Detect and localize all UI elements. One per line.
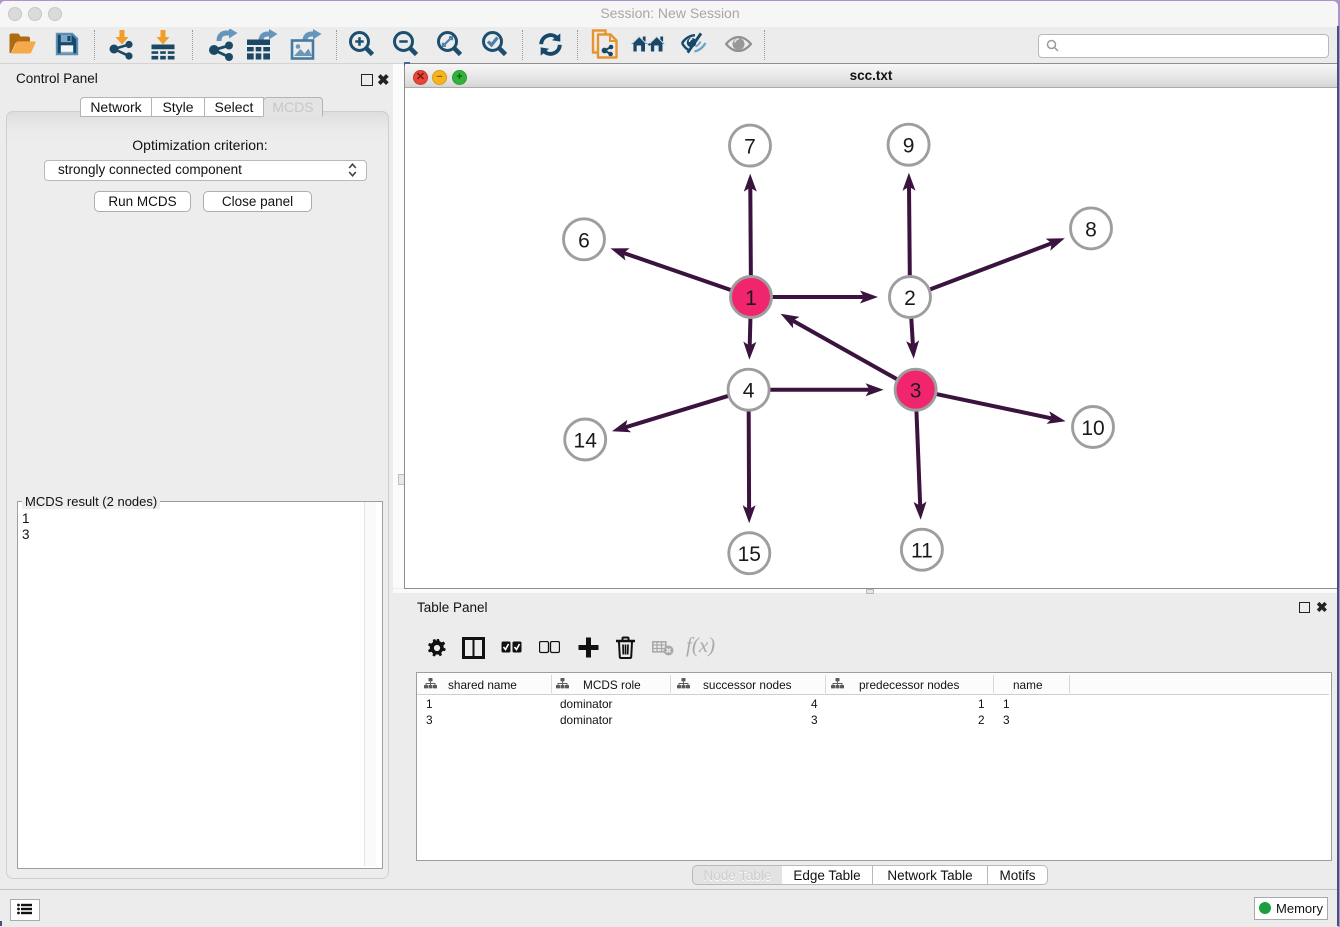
svg-text:3: 3: [910, 380, 922, 403]
svg-text:6: 6: [578, 229, 590, 252]
svg-text:8: 8: [1085, 218, 1097, 241]
svg-text:1: 1: [745, 287, 757, 310]
svg-text:15: 15: [738, 543, 761, 566]
svg-text:2: 2: [904, 287, 916, 310]
svg-text:7: 7: [744, 136, 756, 159]
svg-text:11: 11: [911, 540, 933, 563]
svg-text:10: 10: [1081, 417, 1104, 440]
svg-text:14: 14: [574, 430, 598, 453]
svg-text:4: 4: [743, 380, 755, 403]
svg-text:9: 9: [903, 135, 915, 158]
